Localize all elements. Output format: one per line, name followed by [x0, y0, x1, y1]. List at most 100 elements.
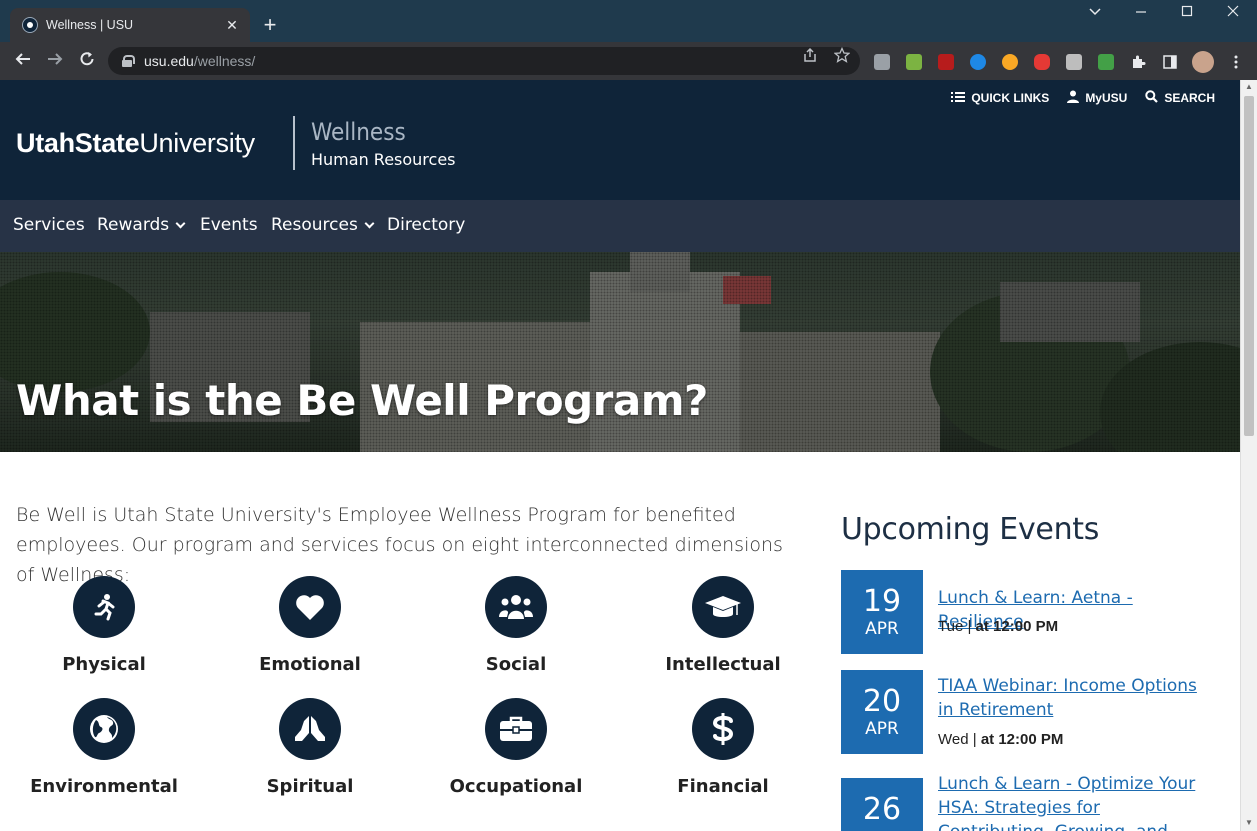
nav-item-directory[interactable]: Directory	[387, 215, 465, 235]
tab-close-button[interactable]: ✕	[224, 17, 240, 34]
event-date-box: 20 APR	[841, 670, 923, 754]
page-viewport: QUICK LINKS MyUSU SEARCH UtahStateUniver…	[0, 80, 1240, 831]
extension-icon[interactable]	[1002, 54, 1018, 70]
browser-tab-active[interactable]: Wellness | USU ✕	[10, 8, 250, 42]
dimension-label: Intellectual	[665, 654, 781, 675]
search-icon	[1145, 90, 1159, 106]
extension-icon[interactable]	[1066, 54, 1082, 70]
maximize-window-button[interactable]	[1172, 4, 1202, 21]
address-bar[interactable]: usu.edu/wellness/	[108, 47, 860, 75]
profile-avatar[interactable]	[1192, 51, 1214, 73]
main-navigation: Services Rewards Events Resources Direct…	[0, 200, 1240, 252]
logo-divider	[293, 116, 295, 170]
event-time-value: at 12:00 PM	[975, 618, 1059, 635]
site-title[interactable]: Wellness	[311, 118, 406, 146]
nav-item-events[interactable]: Events	[200, 215, 258, 235]
nav-item-rewards[interactable]: Rewards	[97, 215, 186, 235]
site-header: QUICK LINKS MyUSU SEARCH UtahStateUniver…	[0, 80, 1240, 200]
event-item: 19 APR Lunch & Learn: Aetna - Resilience…	[841, 570, 1221, 654]
event-time-value: at 12:00 PM	[980, 731, 1064, 748]
event-time: Wed | at 12:00 PM	[938, 731, 1063, 748]
event-separator: |	[967, 618, 972, 635]
logo-light-text: University	[139, 128, 255, 158]
side-panel-icon[interactable]	[1162, 54, 1178, 70]
nav-item-label: Directory	[387, 215, 466, 235]
extension-icon[interactable]	[1034, 54, 1050, 70]
nav-item-services[interactable]: Services	[13, 215, 85, 235]
dimension-financial[interactable]: Financial	[620, 698, 826, 797]
back-button[interactable]	[12, 50, 34, 72]
event-weekday: Wed	[938, 731, 969, 748]
reload-button[interactable]	[76, 50, 98, 72]
globe-icon	[73, 698, 135, 760]
bookmark-star-icon[interactable]	[833, 46, 851, 67]
nav-item-label: Events	[200, 215, 258, 235]
quick-links-button[interactable]: QUICK LINKS	[951, 90, 1049, 106]
nav-item-label: Resources	[271, 215, 358, 235]
dimension-physical[interactable]: Physical	[1, 576, 207, 675]
event-day: 19	[862, 584, 902, 619]
praying-hands-icon	[279, 698, 341, 760]
event-title-link[interactable]: Lunch & Learn - Optimize Your HSA: Strat…	[938, 772, 1208, 831]
event-date-box: 26	[841, 778, 923, 831]
extension-icon[interactable]	[1098, 54, 1114, 70]
event-month: APR	[865, 619, 899, 639]
tab-search-chevron-icon[interactable]	[1080, 4, 1110, 20]
dimension-social[interactable]: Social	[413, 576, 619, 675]
dimension-label: Physical	[62, 654, 146, 675]
chrome-menu-icon[interactable]	[1228, 54, 1244, 70]
scroll-up-arrow-icon[interactable]: ▲	[1245, 82, 1253, 91]
list-icon	[951, 91, 966, 106]
browser-toolbar: usu.edu/wellness/	[0, 42, 1257, 80]
dimension-spiritual[interactable]: Spiritual	[207, 698, 413, 797]
site-subtitle[interactable]: Human Resources	[311, 150, 456, 169]
dimension-label: Occupational	[449, 776, 583, 797]
extensions-puzzle-icon[interactable]	[1130, 54, 1146, 70]
usu-favicon-icon	[22, 17, 38, 33]
close-window-button[interactable]	[1218, 4, 1248, 21]
ublock-extension-icon[interactable]	[938, 54, 954, 70]
heart-icon	[279, 576, 341, 638]
page-scrollbar[interactable]: ▲ ▼	[1240, 80, 1257, 831]
nav-item-label: Rewards	[97, 215, 170, 235]
event-time: Tue | at 12:00 PM	[938, 618, 1058, 635]
people-group-icon	[485, 576, 547, 638]
search-button[interactable]: SEARCH	[1145, 90, 1215, 106]
dimension-label: Emotional	[259, 654, 361, 675]
scroll-down-arrow-icon[interactable]: ▼	[1245, 818, 1253, 827]
running-person-icon	[73, 576, 135, 638]
tab-title: Wellness | USU	[46, 18, 134, 32]
event-date-box: 19 APR	[841, 570, 923, 654]
event-title-link[interactable]: TIAA Webinar: Income Options in Retireme…	[938, 674, 1208, 722]
event-day: 20	[862, 684, 902, 719]
extension-icon[interactable]	[970, 54, 986, 70]
dimension-environmental[interactable]: Environmental	[1, 698, 207, 797]
forward-button[interactable]	[44, 50, 66, 72]
event-separator: |	[972, 731, 977, 748]
graduation-cap-icon	[692, 576, 754, 638]
user-icon	[1067, 90, 1080, 106]
event-month: APR	[865, 719, 899, 739]
dimension-label: Spiritual	[266, 776, 354, 797]
search-label: SEARCH	[1164, 91, 1215, 105]
share-icon[interactable]	[802, 47, 818, 67]
myusu-button[interactable]: MyUSU	[1067, 90, 1127, 106]
nav-item-resources[interactable]: Resources	[271, 215, 375, 235]
myusu-label: MyUSU	[1085, 91, 1128, 105]
minimize-window-button[interactable]	[1126, 4, 1156, 21]
dimension-occupational[interactable]: Occupational	[413, 698, 619, 797]
event-item: 20 APR TIAA Webinar: Income Options in R…	[841, 670, 1221, 754]
dimension-label: Financial	[677, 776, 769, 797]
scrollbar-thumb[interactable]	[1244, 96, 1254, 436]
new-tab-button[interactable]: +	[260, 14, 280, 36]
chevron-down-icon	[175, 218, 186, 228]
quick-links-label: QUICK LINKS	[971, 91, 1050, 105]
event-weekday: Tue	[938, 618, 964, 635]
event-day: 26	[862, 792, 902, 827]
extension-icon[interactable]	[874, 54, 890, 70]
extension-icon[interactable]	[906, 54, 922, 70]
usu-logo[interactable]: UtahStateUniversity	[16, 128, 255, 159]
hero-banner: What is the Be Well Program?	[0, 252, 1240, 452]
dimension-intellectual[interactable]: Intellectual	[620, 576, 826, 675]
dimension-emotional[interactable]: Emotional	[207, 576, 413, 675]
